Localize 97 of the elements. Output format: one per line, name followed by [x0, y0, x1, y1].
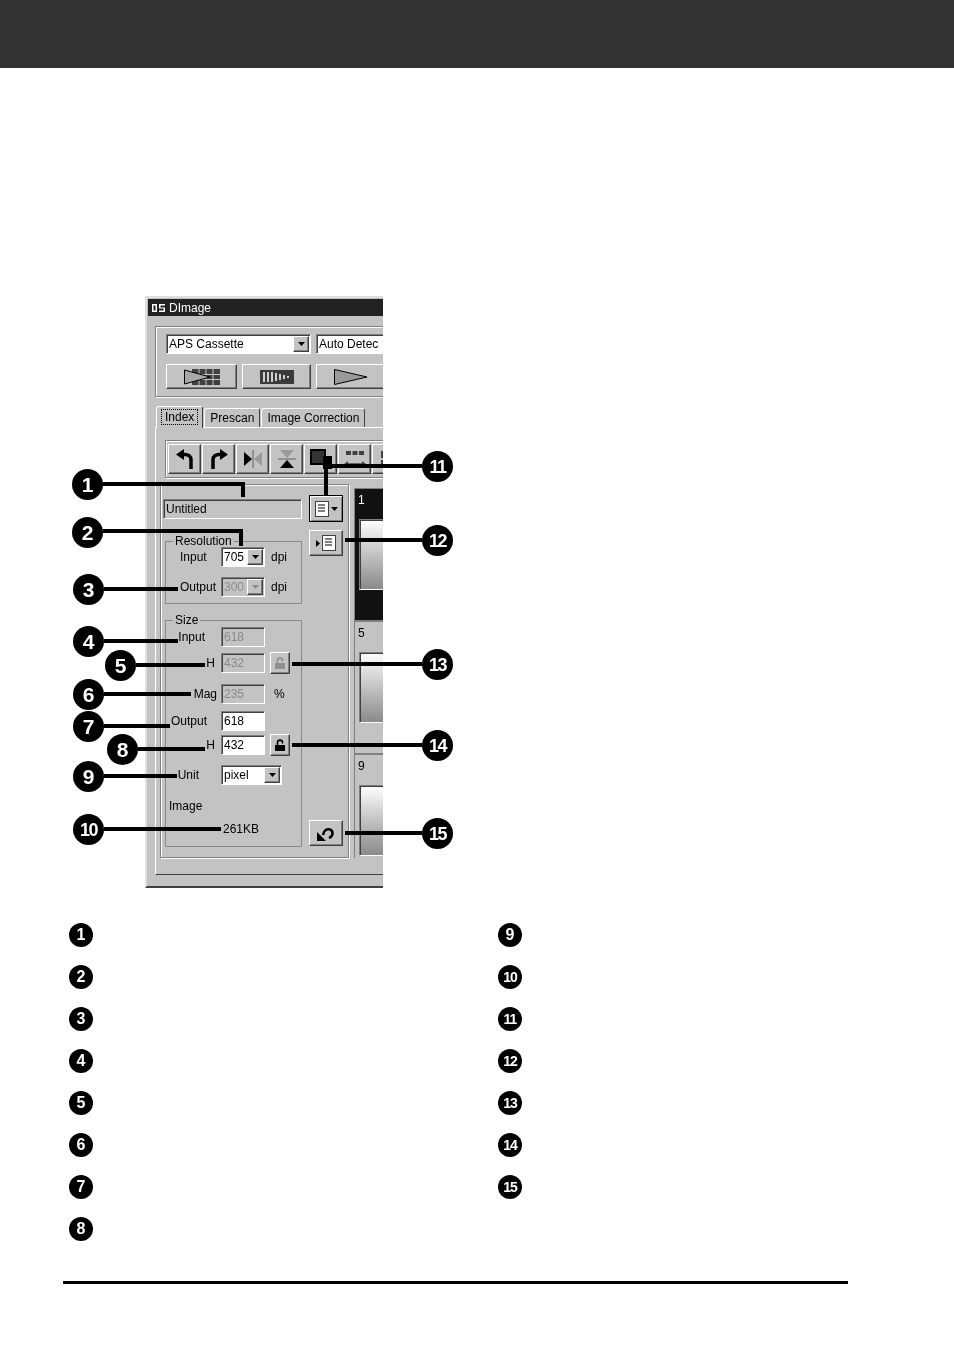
- number-field[interactable]: 432: [221, 735, 265, 755]
- group-label: Resolution: [174, 535, 233, 547]
- legend-number: 4: [69, 1049, 93, 1073]
- unit-label: dpi: [271, 549, 287, 566]
- tab[interactable]: Image Correction: [261, 408, 366, 427]
- legend-number: 10: [498, 965, 522, 989]
- rotate-right-button[interactable]: [202, 444, 235, 474]
- tab[interactable]: Prescan: [204, 408, 261, 427]
- prescan-button[interactable]: [242, 364, 311, 389]
- legend-number: 2: [69, 965, 93, 989]
- group-label: Size: [174, 614, 200, 626]
- field-label: H: [206, 737, 215, 754]
- flip-horizontal-button[interactable]: [236, 444, 269, 474]
- legend-number: 9: [498, 923, 522, 947]
- thumbnail-frame[interactable]: 9: [354, 754, 383, 858]
- rotate-right-arrow-icon: [208, 449, 229, 469]
- caret-icon: [251, 585, 259, 589]
- index-scan-button[interactable]: [166, 364, 237, 389]
- flip-horizontal-icon: [242, 450, 263, 468]
- number-field[interactable]: 618: [221, 711, 265, 731]
- overlapping-squares-icon: [309, 449, 332, 469]
- document-menu-button[interactable]: [309, 495, 343, 522]
- triangle-right-icon: [316, 539, 320, 547]
- callout-number: 3: [73, 574, 104, 605]
- callout-number: 6: [73, 679, 104, 710]
- scan-button[interactable]: [316, 364, 383, 389]
- legend-number: 15: [498, 1175, 522, 1199]
- unit-label: %: [274, 686, 285, 703]
- legend-number: 7: [69, 1175, 93, 1199]
- flip-vertical-button[interactable]: [270, 444, 303, 474]
- detection-mode-field[interactable]: Auto Detec: [316, 334, 383, 354]
- caret-icon: [268, 773, 276, 777]
- undo-arrow-icon: [317, 825, 335, 841]
- caret-icon: [251, 555, 259, 559]
- tab[interactable]: Index: [156, 406, 204, 428]
- thumbnail-frame[interactable]: 5: [354, 621, 383, 754]
- overlapping-squares-button[interactable]: [304, 444, 337, 474]
- callout-number: 1: [72, 469, 103, 500]
- thumbnail-frame[interactable]: 1: [354, 488, 383, 621]
- padlock-icon: [275, 657, 285, 669]
- unit-dropdown[interactable]: pixel: [221, 765, 282, 785]
- field-label: Image: [169, 799, 203, 813]
- flip-vertical-icon: [277, 449, 296, 469]
- legend-number: 12: [498, 1049, 522, 1073]
- dropdown-arrow-button[interactable]: [293, 336, 309, 352]
- frame-number: 9: [358, 759, 366, 773]
- grid-arrow-icon: [183, 368, 220, 385]
- field-label: Unit: [177, 767, 199, 784]
- film-type-dropdown[interactable]: APS Cassette: [166, 334, 311, 354]
- dropdown-arrow-button[interactable]: [247, 549, 263, 565]
- callout-number: 2: [72, 517, 103, 548]
- callout-number: 15: [422, 818, 453, 849]
- play-triangle-icon: [333, 368, 368, 385]
- frame-number: 1: [358, 493, 366, 507]
- app-logo-icon: [152, 303, 165, 312]
- legend-number: 1: [69, 923, 93, 947]
- field-label: Output: [170, 713, 207, 730]
- field-label: Output: [180, 579, 217, 596]
- file-size-value: 261KB: [223, 822, 260, 836]
- callout-number: 14: [422, 730, 453, 761]
- document-icon: [314, 500, 329, 517]
- caret-icon: [330, 506, 338, 511]
- legend-number: 8: [69, 1217, 93, 1241]
- padlock-icon: [275, 739, 285, 751]
- rotate-left-button[interactable]: [168, 444, 201, 474]
- callout-number: 5: [105, 650, 136, 681]
- callout-number: 12: [422, 525, 453, 556]
- rotate-left-arrow-icon: [174, 449, 195, 469]
- window-title: DImage: [169, 301, 212, 314]
- legend-number: 6: [69, 1133, 93, 1157]
- callout-number: 11: [422, 451, 453, 482]
- undo-button[interactable]: [309, 820, 343, 846]
- resolution-dropdown[interactable]: 705: [221, 547, 265, 567]
- legend-number: 3: [69, 1007, 93, 1031]
- legend-number: 13: [498, 1091, 522, 1115]
- callout-number: 7: [73, 711, 104, 742]
- document-icon: [322, 535, 336, 551]
- callout-number: 9: [73, 761, 104, 792]
- callout-number: 10: [73, 814, 104, 845]
- film-strip-icon: [259, 369, 294, 384]
- legend-number: 14: [498, 1133, 522, 1157]
- legend-number: 5: [69, 1091, 93, 1115]
- callout-number: 13: [422, 649, 453, 680]
- field-label: Input: [178, 629, 205, 646]
- dropdown-arrow-button[interactable]: [264, 767, 280, 783]
- unit-label: dpi: [271, 579, 287, 596]
- lock-button[interactable]: [270, 734, 290, 756]
- callout-number: 8: [107, 734, 138, 765]
- callout-number: 4: [73, 626, 104, 657]
- field-label: Mag: [193, 686, 217, 703]
- file-name-field[interactable]: Untitled: [163, 499, 302, 519]
- field-label: H: [206, 655, 215, 672]
- field-label: Input: [180, 549, 207, 566]
- frame-number: 5: [358, 626, 366, 640]
- document-button[interactable]: [309, 530, 343, 556]
- legend-number: 11: [498, 1007, 522, 1031]
- caret-icon: [297, 342, 305, 346]
